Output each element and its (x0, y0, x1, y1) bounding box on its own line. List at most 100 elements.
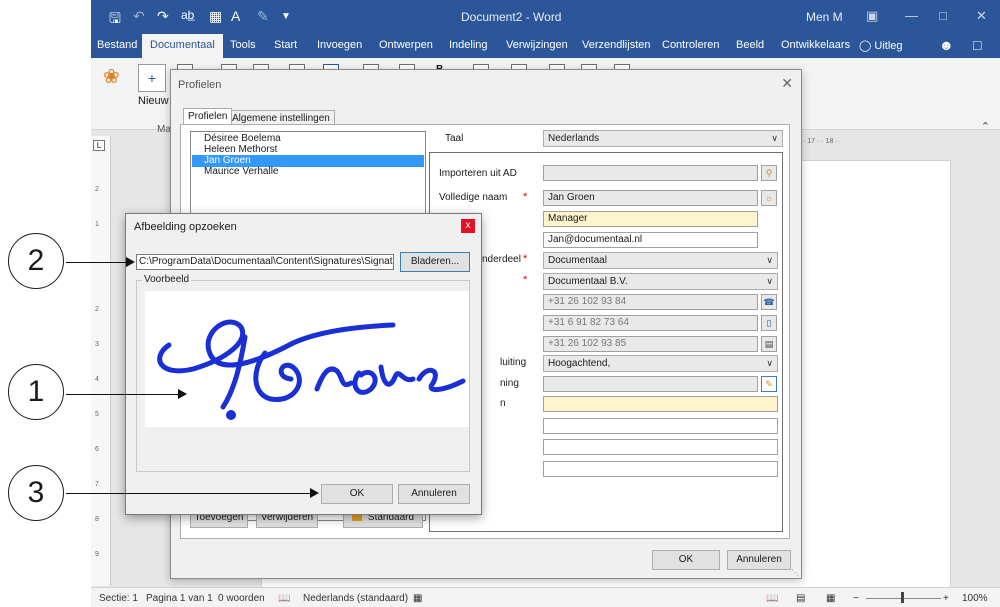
contacts-icon[interactable]: ☼ (761, 190, 777, 206)
functie-field[interactable]: Manager (543, 211, 758, 227)
close-icon[interactable]: ✕ (976, 8, 987, 24)
mobiel-field[interactable]: +31 6 91 82 73 64 (543, 315, 758, 331)
mobile-icon[interactable]: ▯ (761, 315, 777, 331)
taal-select[interactable]: Nederlands ∨ (543, 130, 783, 147)
tab-tools[interactable]: Tools (230, 39, 256, 51)
volledige-naam-field[interactable]: Jan Groen (543, 190, 758, 206)
save-icon[interactable]: 🖫 (109, 8, 121, 32)
annuleren-button[interactable]: Annuleren (398, 484, 470, 504)
afsluiting-value: Hoogachtend, (548, 358, 611, 369)
tab-profielen[interactable]: Profielen (183, 108, 233, 124)
status-words[interactable]: 0 woorden (218, 593, 265, 604)
spelling-icon[interactable]: ab̲ (181, 8, 194, 22)
new-profile-button[interactable]: + (138, 64, 166, 92)
chevron-down-icon: ∨ (766, 358, 773, 368)
file-path-input[interactable]: C:\ProgramData\Documentaal\Content\Signa… (136, 254, 394, 270)
ruler-mark: 2 (95, 186, 99, 193)
profielen-title: Profielen (178, 79, 222, 91)
search-icon[interactable]: ⚲ (761, 165, 777, 181)
maximize-icon[interactable]: □ (939, 8, 947, 23)
email-field[interactable]: Jan@documentaal.nl (543, 232, 758, 248)
phone-icon[interactable]: ☎ (761, 294, 777, 310)
undo-icon[interactable]: ↶ (133, 8, 145, 25)
user-name[interactable]: Men M (806, 10, 843, 24)
zoom-in-icon[interactable]: + (943, 593, 949, 604)
table-icon[interactable]: ▦ (209, 8, 222, 25)
tab-controleren[interactable]: Controleren (662, 39, 719, 51)
tab-verwijzingen[interactable]: Verwijzingen (506, 39, 568, 51)
ruler-mark: 9 (95, 551, 99, 558)
tab-uitleg-label: Uitleg (874, 40, 903, 52)
ruler-mark: 8 (95, 516, 99, 523)
tab-ontwerpen[interactable]: Ontwerpen (379, 39, 433, 51)
web-layout-icon[interactable]: ▦ (826, 593, 835, 604)
tab-documentaal[interactable]: Documentaal (142, 34, 223, 58)
bladeren-button[interactable]: Bladeren... (400, 252, 470, 272)
tab-verzendlijsten[interactable]: Verzendlijsten (582, 39, 651, 51)
zoom-slider-thumb[interactable] (901, 592, 904, 603)
importeren-field[interactable] (543, 165, 758, 181)
customize-toolbar-icon[interactable]: ▼ (281, 11, 291, 22)
macro-icon[interactable]: ▦ (413, 593, 422, 604)
tab-indeling[interactable]: Indeling (449, 39, 488, 51)
tab-beeld[interactable]: Beeld (736, 39, 764, 51)
ruler-mark: 1 (95, 221, 99, 228)
afdeling-select[interactable]: Documentaal ∨ (543, 252, 778, 269)
lightbulb-icon: ◯ (859, 40, 872, 52)
extra-field-4[interactable] (543, 461, 778, 477)
documentaal-logo-icon: ❀ (103, 66, 120, 88)
ok-button[interactable]: OK (652, 550, 720, 570)
handtekening-label: ning (500, 378, 519, 389)
required-marker: * (523, 191, 528, 203)
tab-stop-selector[interactable]: L (93, 140, 105, 151)
extra-field-2[interactable] (543, 418, 778, 434)
horizontal-ruler-marks: · 17 · · 18 · (803, 138, 838, 145)
collapse-ribbon-icon[interactable]: ⌃ (981, 120, 990, 133)
close-icon[interactable]: ✕ (781, 75, 793, 92)
print-layout-icon[interactable]: ▤ (796, 593, 805, 604)
edit-signature-icon[interactable]: ✎ (761, 376, 777, 392)
comments-icon[interactable]: □ (973, 37, 981, 53)
ok-button[interactable]: OK (321, 484, 393, 504)
callout-number: 2 (8, 233, 64, 289)
close-icon[interactable]: x (461, 219, 475, 233)
afsluiting-select[interactable]: Hoogachtend, ∨ (543, 355, 778, 372)
bedrijf-select[interactable]: Documentaal B.V. ∨ (543, 273, 778, 290)
resize-grip-icon[interactable]: ⋱ (791, 568, 799, 577)
extra-field-3[interactable] (543, 439, 778, 455)
minimize-icon[interactable]: — (905, 8, 918, 23)
tab-invoegen[interactable]: Invoegen (317, 39, 362, 51)
annuleren-button[interactable]: Annuleren (727, 550, 791, 570)
ruler-mark: 3 (95, 341, 99, 348)
ribbon-display-icon[interactable]: ▣ (866, 8, 878, 24)
extra-field-1[interactable] (543, 396, 778, 412)
tab-start[interactable]: Start (274, 39, 297, 51)
font-style-icon[interactable]: A (231, 8, 240, 24)
afsluiting-label: luiting (500, 357, 527, 368)
fax-field[interactable]: +31 26 102 93 85 (543, 336, 758, 352)
callout-number: 3 (8, 465, 64, 521)
status-language[interactable]: Nederlands (standaard) (303, 593, 408, 604)
fax-icon[interactable]: ▤ (761, 336, 777, 352)
afbeelding-opzoeken-dialog: Afbeelding opzoeken x C:\ProgramData\Doc… (125, 213, 482, 515)
status-section[interactable]: Sectie: 1 (99, 593, 138, 604)
extra-label: n (500, 398, 506, 409)
ruler-mark: 2 (95, 306, 99, 313)
share-icon[interactable]: ☻ (939, 37, 954, 53)
tab-ontwikkelaars[interactable]: Ontwikkelaars (781, 39, 850, 51)
proofing-icon[interactable]: 📖 (278, 593, 290, 604)
tab-uitleg[interactable]: ◯ Uitleg (859, 39, 903, 52)
list-item[interactable]: Maurice Verhalle (192, 166, 424, 178)
tab-bestand[interactable]: Bestand (97, 39, 137, 51)
ruler-mark: 6 (95, 446, 99, 453)
zoom-level[interactable]: 100% (962, 593, 988, 604)
handtekening-field[interactable] (543, 376, 758, 392)
format-painter-icon[interactable]: ✎ (257, 8, 269, 25)
telefoon-field[interactable]: +31 26 102 93 84 (543, 294, 758, 310)
redo-icon[interactable]: ↷ (157, 8, 169, 25)
read-mode-icon[interactable]: 📖 (766, 593, 778, 604)
signature-image (157, 319, 466, 420)
zoom-out-icon[interactable]: − (853, 593, 859, 604)
status-page[interactable]: Pagina 1 van 1 (146, 593, 213, 604)
afbeelding-title: Afbeelding opzoeken (134, 221, 237, 233)
